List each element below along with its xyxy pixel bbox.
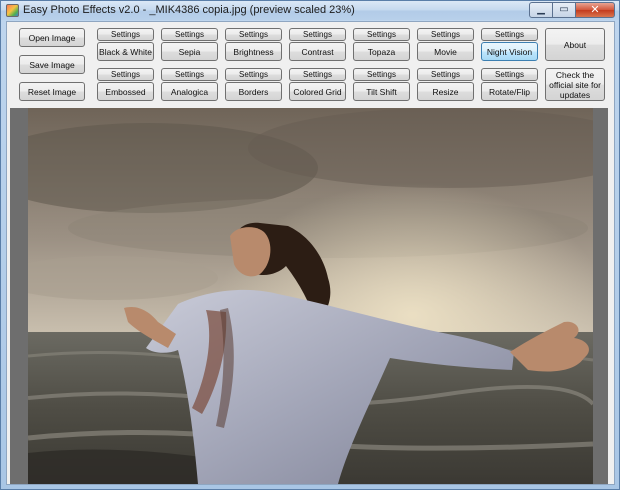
settings-button-night-vision[interactable]: Settings xyxy=(481,28,538,41)
settings-button-movie[interactable]: Settings xyxy=(417,28,474,41)
settings-button-analogica[interactable]: Settings xyxy=(161,68,218,81)
image-preview-area xyxy=(10,108,608,484)
effect-button-resize[interactable]: Resize xyxy=(417,82,474,101)
settings-button-rotate-flip[interactable]: Settings xyxy=(481,68,538,81)
close-icon: ✕ xyxy=(590,3,600,16)
open-image-button[interactable]: Open Image xyxy=(19,28,85,47)
effect-button-black-white[interactable]: Black & White xyxy=(97,42,154,61)
window-title: Easy Photo Effects v2.0 - _MIK4386 copia… xyxy=(23,4,355,16)
effect-button-rotate-flip[interactable]: Rotate/Flip xyxy=(481,82,538,101)
effect-button-analogica[interactable]: Analogica xyxy=(161,82,218,101)
minimize-button[interactable]: ▁ xyxy=(529,2,553,18)
maximize-icon: ▭ xyxy=(559,4,569,15)
effect-button-movie[interactable]: Movie xyxy=(417,42,474,61)
client-area: Open Image Save Image Reset Image Settin… xyxy=(6,21,615,485)
effect-button-contrast[interactable]: Contrast xyxy=(289,42,346,61)
about-button[interactable]: About xyxy=(545,28,605,61)
effect-button-embossed[interactable]: Embossed xyxy=(97,82,154,101)
title-bar[interactable]: Easy Photo Effects v2.0 - _MIK4386 copia… xyxy=(1,1,619,20)
preview-photo-graphic xyxy=(28,108,593,484)
close-button[interactable]: ✕ xyxy=(575,2,615,18)
settings-button-borders[interactable]: Settings xyxy=(225,68,282,81)
settings-button-contrast[interactable]: Settings xyxy=(289,28,346,41)
settings-button-tilt-shift[interactable]: Settings xyxy=(353,68,410,81)
effect-button-borders[interactable]: Borders xyxy=(225,82,282,101)
settings-button-brightness[interactable]: Settings xyxy=(225,28,282,41)
settings-button-sepia[interactable]: Settings xyxy=(161,28,218,41)
maximize-button[interactable]: ▭ xyxy=(552,2,576,18)
effect-button-brightness[interactable]: Brightness xyxy=(225,42,282,61)
app-window: Easy Photo Effects v2.0 - _MIK4386 copia… xyxy=(0,0,620,490)
effect-button-colored-grid[interactable]: Colored Grid xyxy=(289,82,346,101)
settings-button-colored-grid[interactable]: Settings xyxy=(289,68,346,81)
save-image-button[interactable]: Save Image xyxy=(19,55,85,74)
settings-button-resize[interactable]: Settings xyxy=(417,68,474,81)
effect-button-topaza[interactable]: Topaza xyxy=(353,42,410,61)
settings-button-embossed[interactable]: Settings xyxy=(97,68,154,81)
preview-photo xyxy=(28,108,593,484)
check-updates-button[interactable]: Check the official site for updates xyxy=(545,68,605,101)
effect-button-night-vision[interactable]: Night Vision xyxy=(481,42,538,61)
app-icon xyxy=(6,4,19,17)
effect-button-tilt-shift[interactable]: Tilt Shift xyxy=(353,82,410,101)
reset-image-button[interactable]: Reset Image xyxy=(19,82,85,101)
settings-button-topaza[interactable]: Settings xyxy=(353,28,410,41)
settings-button-black-white[interactable]: Settings xyxy=(97,28,154,41)
effect-button-sepia[interactable]: Sepia xyxy=(161,42,218,61)
caption-buttons: ▁ ▭ ✕ xyxy=(529,2,615,18)
minimize-icon: ▁ xyxy=(537,4,545,15)
